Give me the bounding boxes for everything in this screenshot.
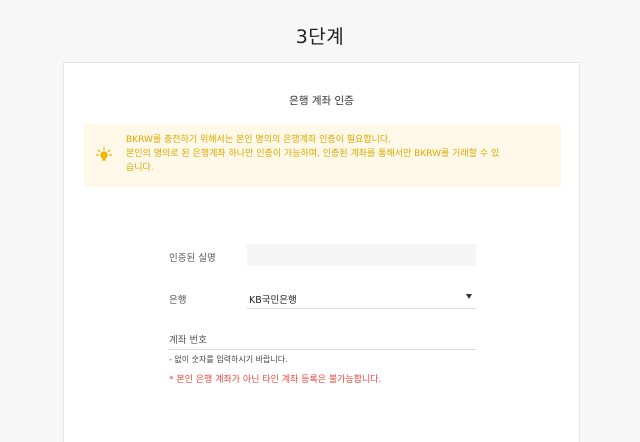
real-name-field[interactable]	[247, 244, 476, 266]
account-warning: * 본인 은행 계좌가 아닌 타인 계좌 등록은 불가능합니다.	[169, 375, 382, 385]
notice-box: BKRW를 충전하기 위해서는 본인 명의의 은행계좌 인증이 필요합니다. 본…	[84, 124, 561, 187]
notice-line-2: 본인의 명의로 된 은행계좌 하나만 인증이 가능하며, 인증된 계좌를 통해서…	[126, 149, 500, 159]
lightbulb-icon	[96, 147, 112, 163]
card-title: 은행 계좌 인증	[289, 95, 354, 107]
bank-verification-card: 은행 계좌 인증 BKRW를 충전하기 위해서는 본인 명의의 은행계좌 인증이…	[63, 62, 580, 442]
account-hint: - 없이 숫자를 입력하시기 바랍니다.	[169, 355, 288, 364]
notice-line-1: BKRW를 충전하기 위해서는 본인 명의의 은행계좌 인증이 필요합니다.	[126, 135, 392, 145]
dropdown-arrow-icon	[466, 294, 472, 299]
account-number-placeholder: 계좌 번호	[169, 335, 207, 346]
account-number-input[interactable]: 계좌 번호	[169, 328, 476, 350]
real-name-label: 인증된 실명	[169, 253, 216, 264]
notice-text: BKRW를 충전하기 위해서는 본인 명의의 은행계좌 인증이 필요합니다. 본…	[126, 133, 551, 175]
step-title: 3단계	[295, 26, 345, 48]
bank-label: 은행	[169, 295, 187, 306]
notice-line-3: 습니다.	[126, 163, 154, 173]
bank-select[interactable]: KB국민은행	[247, 289, 476, 309]
bank-select-value: KB국민은행	[249, 295, 297, 306]
